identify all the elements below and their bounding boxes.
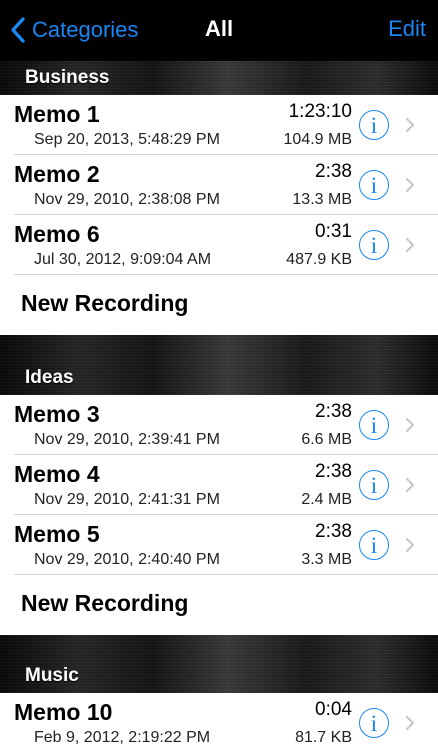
chevron-right-icon	[406, 118, 414, 132]
memo-row[interactable]: Memo 5 Nov 29, 2010, 2:40:40 PM 2:38 3.3…	[0, 515, 438, 575]
memo-name: Memo 6	[14, 221, 100, 247]
memo-row[interactable]: Memo 2 Nov 29, 2010, 2:38:08 PM 2:38 13.…	[0, 155, 438, 215]
memo-row[interactable]: Memo 1 Sep 20, 2013, 5:48:29 PM 1:23:10 …	[0, 95, 438, 155]
memo-size: 6.6 MB	[301, 431, 352, 448]
memo-name: Memo 5	[14, 521, 100, 547]
section-header-music: Music	[0, 635, 438, 693]
section-header-business: Business	[0, 61, 438, 95]
memo-duration: 2:38	[315, 521, 352, 542]
memo-row[interactable]: Memo 4 Nov 29, 2010, 2:41:31 PM 2:38 2.4…	[0, 455, 438, 515]
chevron-right-icon	[406, 178, 414, 192]
info-icon[interactable]: i	[359, 708, 389, 738]
section-title: Music	[25, 665, 79, 686]
memo-row[interactable]: Memo 10 Feb 9, 2012, 2:19:22 PM 0:04 81.…	[0, 693, 438, 750]
chevron-right-icon	[406, 418, 414, 432]
back-button-label: Categories	[32, 17, 139, 42]
memo-size: 2.4 MB	[301, 491, 352, 508]
info-icon[interactable]: i	[359, 410, 389, 440]
chevron-right-icon	[406, 238, 414, 252]
memo-duration: 0:31	[315, 221, 352, 242]
memo-date: Nov 29, 2010, 2:39:41 PM	[34, 431, 220, 448]
memo-row[interactable]: Memo 6 Jul 30, 2012, 9:09:04 AM 0:31 487…	[0, 215, 438, 275]
memo-date: Nov 29, 2010, 2:41:31 PM	[34, 491, 220, 508]
chevron-right-icon	[406, 478, 414, 492]
memo-size: 104.9 MB	[283, 131, 352, 148]
edit-button[interactable]: Edit	[388, 16, 426, 42]
new-recording-label: New Recording	[21, 590, 189, 616]
section-title: Business	[25, 67, 110, 88]
navigation-bar: Categories All Edit	[0, 0, 438, 61]
memo-date: Nov 29, 2010, 2:40:40 PM	[34, 551, 220, 568]
info-icon[interactable]: i	[359, 470, 389, 500]
memo-name: Memo 1	[14, 101, 100, 127]
chevron-right-icon	[406, 716, 414, 730]
memo-size: 13.3 MB	[292, 191, 352, 208]
new-recording-label: New Recording	[21, 290, 189, 316]
memo-size: 3.3 MB	[301, 551, 352, 568]
info-icon[interactable]: i	[359, 230, 389, 260]
memo-date: Nov 29, 2010, 2:38:08 PM	[34, 191, 220, 208]
memo-duration: 2:38	[315, 401, 352, 422]
back-button[interactable]: Categories	[10, 14, 138, 46]
memo-duration: 0:04	[315, 699, 352, 720]
chevron-right-icon	[406, 538, 414, 552]
section-title: Ideas	[25, 367, 74, 388]
memo-duration: 2:38	[315, 461, 352, 482]
memo-duration: 2:38	[315, 161, 352, 182]
new-recording-button[interactable]: New Recording	[0, 575, 438, 635]
memo-name: Memo 4	[14, 461, 100, 487]
section-header-ideas: Ideas	[0, 335, 438, 395]
memo-date: Feb 9, 2012, 2:19:22 PM	[34, 729, 211, 746]
memo-date: Jul 30, 2012, 9:09:04 AM	[34, 251, 212, 268]
memo-row[interactable]: Memo 3 Nov 29, 2010, 2:39:41 PM 2:38 6.6…	[0, 395, 438, 455]
memo-duration: 1:23:10	[288, 101, 352, 122]
chevron-left-icon	[11, 17, 25, 43]
info-icon[interactable]: i	[359, 170, 389, 200]
new-recording-button[interactable]: New Recording	[0, 275, 438, 335]
memo-size: 81.7 KB	[295, 729, 352, 746]
memo-name: Memo 2	[14, 161, 100, 187]
memo-name: Memo 3	[14, 401, 100, 427]
memo-date: Sep 20, 2013, 5:48:29 PM	[34, 131, 220, 148]
memo-name: Memo 10	[14, 699, 113, 725]
info-icon[interactable]: i	[359, 110, 389, 140]
info-icon[interactable]: i	[359, 530, 389, 560]
memo-size: 487.9 KB	[286, 251, 352, 268]
